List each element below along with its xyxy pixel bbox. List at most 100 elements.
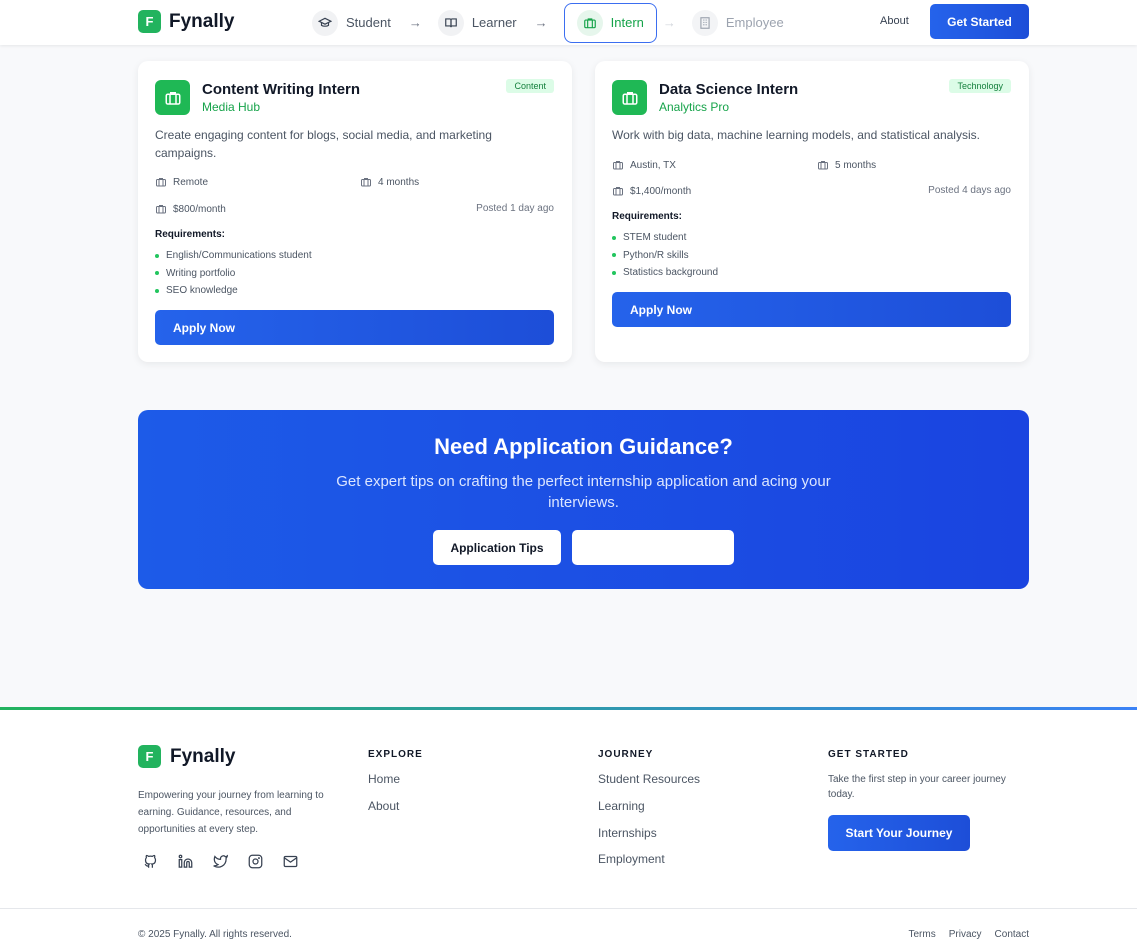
briefcase-icon [361, 178, 371, 187]
list-item: Python/R skills [612, 247, 718, 265]
linkedin-icon[interactable] [177, 853, 193, 869]
requirements-title: Requirements: [155, 229, 226, 240]
guidance-banner: Need Application Guidance? Get expert ti… [138, 410, 1029, 589]
column-heading: GET STARTED [828, 749, 909, 760]
apply-now-button[interactable]: Apply Now [155, 310, 554, 345]
duration-meta: 5 months [817, 159, 876, 171]
footer-link-student-resources[interactable]: Student Resources [598, 772, 700, 799]
briefcase-icon [818, 161, 828, 170]
graduation-cap-icon [312, 9, 338, 36]
card-company: Media Hub [202, 100, 261, 114]
top-navbar: F Fynally Student → Learner → Intern → E… [0, 0, 1137, 45]
footer-explore-column: EXPLORE Home About [368, 749, 423, 826]
journey-step-label: Employee [725, 15, 784, 30]
stipend-text: $1,400/month [630, 185, 692, 197]
column-heading: EXPLORE [368, 749, 423, 760]
secondary-banner-button[interactable] [572, 530, 734, 565]
posted-date: Posted 4 days ago [928, 185, 1011, 196]
requirements-list: STEM student Python/R skills Statistics … [612, 229, 718, 282]
footer-link-about[interactable]: About [368, 799, 423, 826]
list-item: Writing portfolio [155, 265, 312, 283]
arrow-right-icon: → [408, 15, 422, 30]
briefcase-icon [612, 80, 647, 115]
journey-step-student[interactable]: Student [312, 3, 403, 43]
category-badge: Technology [949, 79, 1011, 93]
internship-card: Data Science Intern Analytics Pro Techno… [595, 61, 1029, 362]
get-started-text: Take the first step in your career journ… [828, 774, 1006, 800]
footer-link-privacy[interactable]: Privacy [949, 929, 982, 940]
footer-link-employment[interactable]: Employment [598, 852, 700, 879]
brand-name: Fynally [169, 10, 235, 32]
logo-mark: F [138, 745, 161, 768]
mail-icon[interactable] [282, 853, 298, 869]
location-meta: Remote [155, 176, 208, 188]
card-description: Create engaging content for blogs, socia… [155, 128, 492, 160]
briefcase-icon [155, 80, 190, 115]
brand-name: Fynally [170, 745, 236, 767]
category-badge: Content [506, 79, 554, 93]
nav-about-link[interactable]: About [880, 15, 909, 27]
arrow-right-icon: → [534, 15, 548, 30]
briefcase-icon [613, 161, 623, 170]
briefcase-icon [576, 9, 603, 36]
duration-text: 5 months [835, 159, 877, 171]
card-description: Work with big data, machine learning mod… [612, 128, 980, 142]
column-heading: JOURNEY [598, 749, 654, 760]
internship-card: Content Writing Intern Media Hub Content… [138, 61, 572, 362]
journey-stepper: Student → Learner → Intern → Employee [312, 0, 796, 45]
book-icon [437, 9, 464, 36]
arrow-right-icon: → [662, 15, 676, 30]
location-text: Austin, TX [630, 159, 676, 171]
card-title: Data Science Intern [659, 81, 799, 98]
footer-link-home[interactable]: Home [368, 772, 423, 799]
stipend-meta: $1,400/month [612, 185, 691, 197]
stipend-text: $800/month [173, 203, 226, 215]
briefcase-icon [156, 205, 166, 214]
journey-step-employee[interactable]: Employee [691, 3, 796, 43]
footer-link-contact[interactable]: Contact [995, 929, 1029, 940]
twitter-icon[interactable] [212, 853, 228, 869]
location-text: Remote [173, 176, 209, 188]
get-started-button[interactable]: Get Started [930, 4, 1029, 39]
briefcase-icon [156, 178, 166, 187]
application-tips-button[interactable]: Application Tips [433, 530, 561, 565]
banner-title: Need Application Guidance? [434, 434, 733, 459]
requirements-list: English/Communications student Writing p… [155, 247, 312, 300]
card-title: Content Writing Intern [202, 81, 361, 98]
duration-text: 4 months [378, 176, 420, 188]
location-meta: Austin, TX [612, 159, 676, 171]
journey-step-label: Student [346, 15, 391, 30]
banner-subtitle: Get expert tips on crafting the perfect … [336, 473, 831, 511]
logo[interactable]: F Fynally [138, 10, 234, 33]
building-icon [691, 9, 718, 36]
card-company: Analytics Pro [659, 100, 730, 114]
copyright: © 2025 Fynally. All rights reserved. [138, 929, 292, 940]
stipend-meta: $800/month [155, 203, 226, 215]
duration-meta: 4 months [360, 176, 419, 188]
footer: F Fynally Empowering your journey from l… [0, 707, 1137, 945]
footer-link-learning[interactable]: Learning [598, 799, 700, 826]
footer-logo[interactable]: F Fynally [138, 745, 235, 768]
list-item: SEO knowledge [155, 282, 312, 300]
journey-step-label: Learner [471, 15, 517, 30]
footer-journey-column: JOURNEY Student Resources Learning Inter… [598, 749, 700, 879]
journey-step-learner[interactable]: Learner [437, 3, 529, 43]
posted-date: Posted 1 day ago [476, 203, 554, 214]
footer-link-terms[interactable]: Terms [909, 929, 936, 940]
logo-mark: F [138, 10, 161, 33]
list-item: English/Communications student [155, 247, 312, 265]
journey-step-label: Intern [610, 15, 644, 30]
requirements-title: Requirements: [612, 211, 683, 222]
footer-get-started-column: GET STARTED Take the first step in your … [828, 749, 1028, 802]
instagram-icon[interactable] [247, 853, 263, 869]
list-item: STEM student [612, 229, 718, 247]
github-icon[interactable] [142, 853, 158, 869]
start-journey-button[interactable]: Start Your Journey [828, 815, 970, 851]
footer-tagline: Empowering your journey from learning to… [138, 790, 324, 835]
legal-links: Terms Privacy Contact [909, 929, 1030, 940]
divider [0, 908, 1137, 909]
social-links [142, 853, 298, 869]
apply-now-button[interactable]: Apply Now [612, 292, 1011, 327]
journey-step-intern[interactable]: Intern [563, 2, 657, 43]
footer-link-internships[interactable]: Internships [598, 826, 700, 853]
